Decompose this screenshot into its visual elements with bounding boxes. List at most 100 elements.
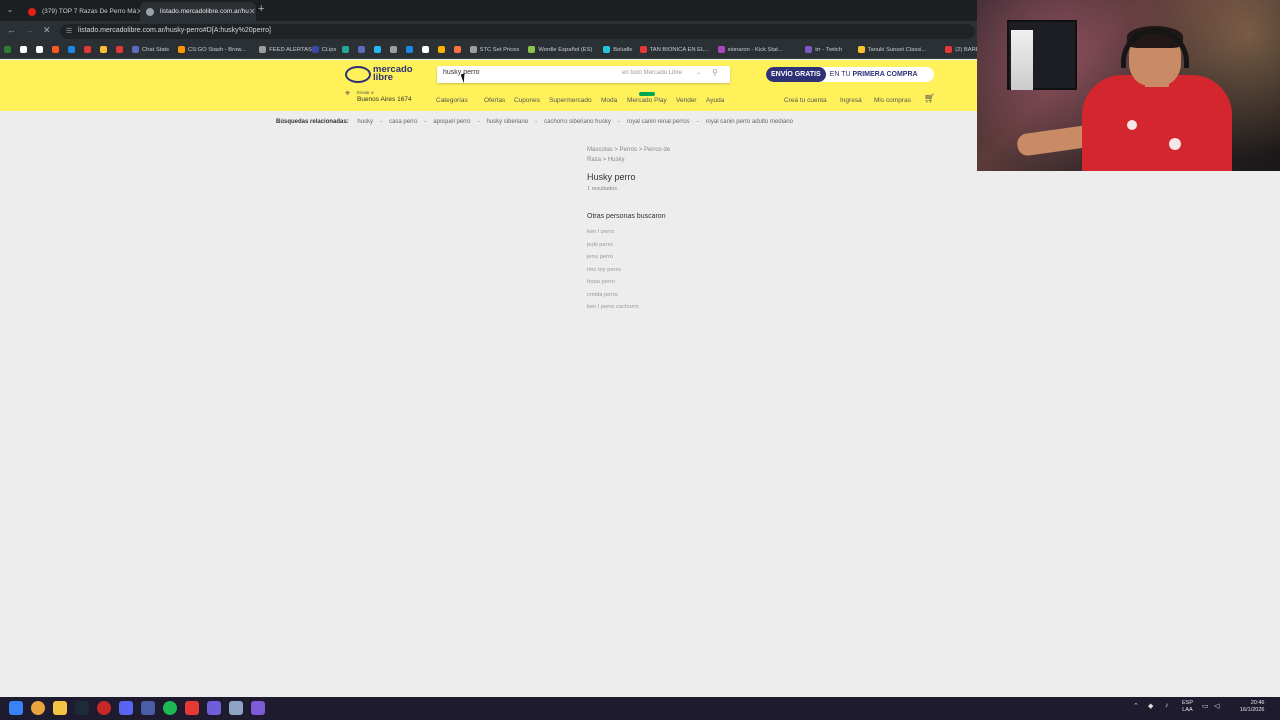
related-search-link[interactable]: cachorro siberiano husky xyxy=(544,119,611,125)
microphone-icon[interactable]: ♪ xyxy=(1165,702,1169,709)
related-search-link[interactable]: royal canin renal perros xyxy=(627,119,690,125)
discord-icon[interactable] xyxy=(119,701,133,715)
bookmark-label: Boludle xyxy=(613,46,633,53)
account-link[interactable]: Mis compras xyxy=(874,97,911,104)
app-icon[interactable] xyxy=(251,701,265,715)
mercadolibre-logo-text[interactable]: mercado libre xyxy=(373,65,413,83)
nav-link[interactable]: Categorías xyxy=(436,97,468,104)
bookmark-item[interactable] xyxy=(68,46,78,53)
free-shipping-banner[interactable]: ENVÍO GRATIS EN TU PRIMERA COMPRA xyxy=(766,67,934,82)
other-search-link[interactable]: ken l perro cachorro xyxy=(587,304,639,310)
bookmark-item[interactable] xyxy=(405,46,416,53)
stop-loading-icon[interactable]: ✕ xyxy=(43,25,51,36)
chrome-icon[interactable] xyxy=(31,701,45,715)
other-search-link[interactable]: hopa perro xyxy=(587,279,615,285)
mercadolibre-handshake-logo-icon[interactable] xyxy=(345,66,371,83)
bookmark-item[interactable] xyxy=(389,46,400,53)
search-icon[interactable]: ⚲ xyxy=(712,68,718,77)
url-field[interactable]: ☰ listado.mercadolibre.com.ar/husky-perr… xyxy=(60,24,975,39)
bookmark-item[interactable] xyxy=(36,46,46,53)
bookmark-item[interactable] xyxy=(357,46,368,53)
other-search-link[interactable]: ken l perro xyxy=(587,229,614,235)
bookmark-item[interactable]: STC Set Prices xyxy=(469,46,519,53)
volume-icon[interactable]: ◁ xyxy=(1214,702,1219,710)
bookmark-item[interactable]: trr - Twitch xyxy=(805,46,842,53)
bookmark-item[interactable] xyxy=(52,46,62,53)
bookmark-item[interactable]: Wordle Español (ES) xyxy=(528,46,592,53)
steam-icon[interactable] xyxy=(75,701,89,715)
nav-link[interactable]: Moda xyxy=(601,97,617,104)
bookmark-item[interactable]: Chat Stats xyxy=(132,46,169,53)
app-icon[interactable] xyxy=(229,701,243,715)
account-link[interactable]: Creá tu cuenta xyxy=(784,97,827,104)
bookmark-item[interactable] xyxy=(116,46,126,53)
bookmark-item[interactable] xyxy=(341,46,352,53)
related-search-link[interactable]: casa perro xyxy=(389,119,417,125)
bookmark-item[interactable] xyxy=(453,46,464,53)
file-explorer-icon[interactable] xyxy=(53,701,67,715)
close-icon[interactable]: ✕ xyxy=(249,7,256,16)
app-icon[interactable] xyxy=(185,701,199,715)
other-search-link[interactable]: cmida perro xyxy=(587,292,618,298)
related-search-link[interactable]: apoquel perro xyxy=(433,119,470,125)
logo-line2: libre xyxy=(373,72,394,83)
search-scope[interactable]: en todo Mercado Libre xyxy=(622,70,682,76)
site-info-icon[interactable]: ☰ xyxy=(66,27,72,35)
account-link[interactable]: Ingresá xyxy=(840,97,862,104)
bookmark-item[interactable]: Boludle xyxy=(603,46,633,53)
bookmark-item[interactable] xyxy=(4,46,14,53)
other-search-link[interactable]: jenu perro xyxy=(587,254,613,260)
other-search-link[interactable]: puki perro xyxy=(587,242,613,248)
location-label[interactable]: Enviar a xyxy=(357,90,374,95)
bookmark-item[interactable] xyxy=(421,46,432,53)
chevron-down-icon[interactable]: ⌄ xyxy=(696,69,701,76)
network-icon[interactable]: ▭ xyxy=(1202,702,1209,710)
language-indicator[interactable]: ESP LAA xyxy=(1182,700,1193,714)
separator: - xyxy=(477,119,480,125)
separator: - xyxy=(696,119,699,125)
bookmark-item[interactable] xyxy=(20,46,30,53)
related-search-link[interactable]: royal canin perro adulto mediano xyxy=(706,119,793,125)
bookmark-favicon-icon xyxy=(857,46,865,53)
nav-link[interactable]: Mercado Play xyxy=(627,97,667,104)
bookmark-item[interactable]: FEED ALERTAS xyxy=(259,46,312,53)
system-clock[interactable]: 20:46 16/1/2026 xyxy=(1240,700,1264,714)
app-icon[interactable] xyxy=(141,701,155,715)
bookmark-item[interactable]: CLips xyxy=(311,46,336,53)
back-icon[interactable]: ← xyxy=(7,25,16,35)
bookmark-item[interactable]: sionaron - Kick Stat... xyxy=(717,46,783,53)
bookmark-item[interactable] xyxy=(373,46,384,53)
related-search-link[interactable]: husky siberiano xyxy=(486,119,528,125)
app-icon[interactable] xyxy=(207,701,221,715)
nav-link[interactable]: Cupones xyxy=(514,97,540,104)
windows-start-icon[interactable] xyxy=(9,701,23,715)
related-search-link[interactable]: husky xyxy=(357,119,373,125)
separator: - xyxy=(380,119,383,125)
taskbar: ⌃ ◆ ♪ ESP LAA ▭ ◁ 20:46 16/1/2026 xyxy=(0,697,1280,720)
cart-icon[interactable]: 🛒︎ xyxy=(924,93,935,104)
bookmark-item[interactable] xyxy=(100,46,110,53)
tab-youtube[interactable]: (379) TOP 7 Razas De Perro Má ✕ xyxy=(22,2,143,21)
bookmark-item[interactable]: CS:GO Stash - Brow... xyxy=(178,46,246,53)
bookmark-item[interactable] xyxy=(84,46,94,53)
bookmark-item[interactable] xyxy=(437,46,448,53)
nav-link[interactable]: Vender xyxy=(676,97,697,104)
tab-mercadolibre[interactable]: listado.mercadolibre.com.ar/hu ✕ xyxy=(140,2,256,21)
tab-search-icon[interactable]: ⌄ xyxy=(4,4,16,16)
nav-link[interactable]: Supermercado xyxy=(549,97,592,104)
steam-tray-icon[interactable]: ◆ xyxy=(1148,702,1153,710)
nav-link[interactable]: Ayuda xyxy=(706,97,724,104)
bookmark-item[interactable]: TAN BIONICA EN EL... xyxy=(639,46,709,53)
opera-icon[interactable] xyxy=(97,701,111,715)
new-tab-button[interactable]: + xyxy=(258,3,264,15)
breadcrumb[interactable]: Mascotas > Perros > Perros de Raza > Hus… xyxy=(587,145,682,165)
spotify-icon[interactable] xyxy=(163,701,177,715)
other-search-link[interactable]: tmc toy perro xyxy=(587,267,621,273)
url-text: listado.mercadolibre.com.ar/husky-perro#… xyxy=(78,27,271,34)
bookmark-item[interactable]: Tanuki Sunset Classi... xyxy=(857,46,926,53)
location-pin-icon[interactable]: ⌖ xyxy=(345,88,353,98)
location-address[interactable]: Buenos Aires 1674 xyxy=(357,96,412,103)
nav-link[interactable]: Ofertas xyxy=(484,97,505,104)
chevron-up-icon[interactable]: ⌃ xyxy=(1133,702,1139,710)
forward-icon[interactable]: → xyxy=(25,25,34,35)
